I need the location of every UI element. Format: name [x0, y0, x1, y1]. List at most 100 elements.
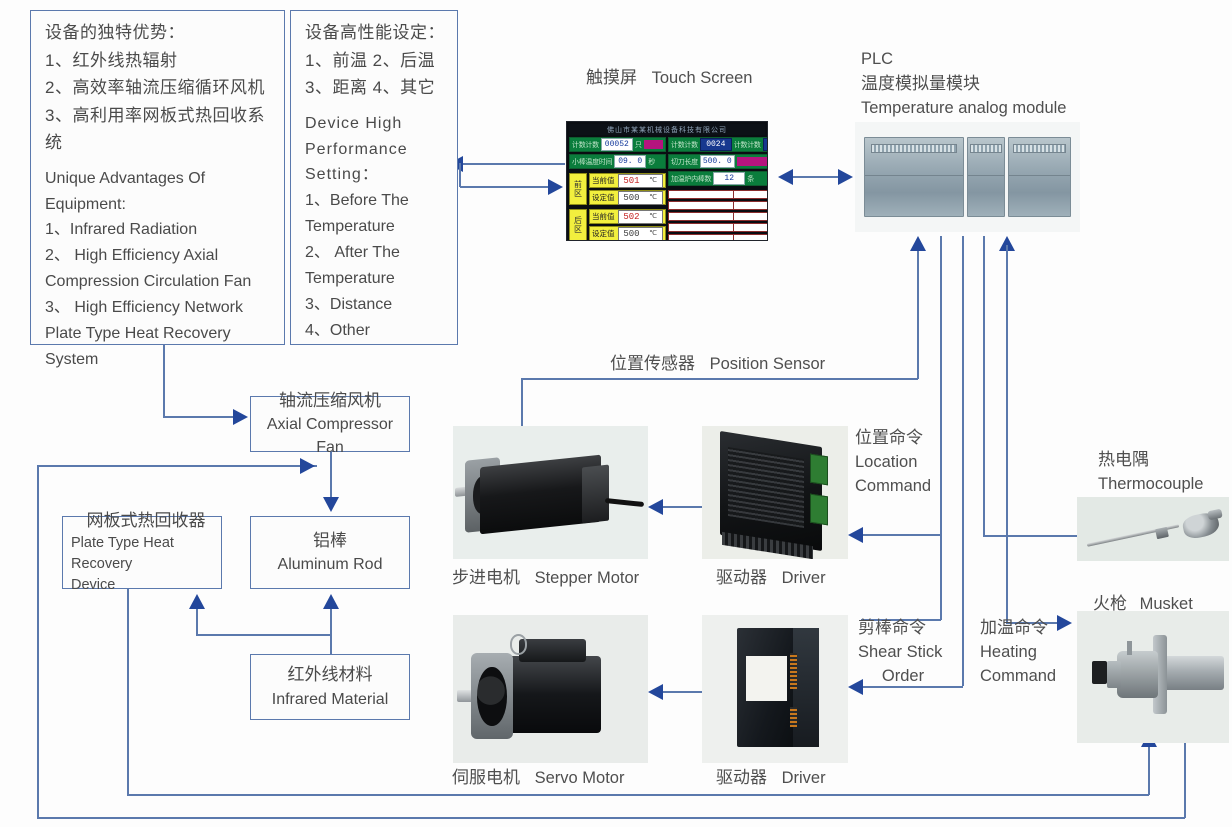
thermocouple-cn: 热电隅 — [1098, 450, 1149, 469]
plc-module-signal — [967, 137, 1006, 217]
stepper-driver-label-cn: 驱动器 — [716, 568, 767, 587]
advantages-en-title: Unique Advantages Of Equipment: — [45, 169, 206, 213]
aluminum-rod-en: Aluminum Rod — [277, 556, 383, 574]
stepper-driver-terminal-bottom — [810, 493, 829, 526]
performance-cn-item-1: 1、前温 2、后温 — [305, 50, 436, 70]
stepper-driver-label-en: Driver — [781, 569, 826, 587]
connector-location-vert — [940, 534, 942, 620]
advantages-en-item-1: 1、Infrared Radiation — [45, 221, 198, 239]
servo-driver-connector-top — [789, 653, 797, 689]
plc-label-cn: 温度模拟量模块 — [861, 73, 980, 93]
performance-cn-item-2: 3、距离 4、其它 — [305, 78, 436, 98]
advantages-box: 设备的独特优势： 1、红外线热辐射 2、高效率轴流压缩循环风机 3、高利用率网板… — [30, 10, 285, 368]
position-sensor-label: 位置传感器 Position Sensor — [610, 352, 825, 377]
connector-possensor-down — [521, 378, 523, 426]
heat-recovery-cn: 网板式热回收器 — [86, 510, 206, 530]
connector-plc-trunk-3 — [983, 236, 985, 336]
hmi-zone-back-current-unit: ℃ — [649, 213, 658, 221]
hmi-left-row1-unit: 只 — [634, 141, 642, 149]
performance-en-item-4: 4、Other — [305, 321, 370, 339]
hmi-right-row3-value[interactable]: 12 — [713, 172, 746, 185]
arrowhead-servodriver-to-motor — [648, 684, 663, 700]
hmi-right-row2-value[interactable]: 500. 0 — [699, 155, 735, 168]
hmi-zone-front-set[interactable]: 设定值 500 ℃ — [589, 190, 666, 205]
hmi-right-row2-tag: 切刀长度 — [671, 158, 698, 166]
hmi-title-bar: 佛山市某某机械设备科技有限公司 — [569, 124, 765, 135]
musket-neck — [1107, 661, 1122, 688]
connector-possensor-up — [917, 245, 919, 379]
location-command-cn: 位置命令 — [855, 428, 923, 447]
connector-plc-trunk-4 — [1006, 245, 1008, 622]
axial-fan-en: Axial Compressor Fan — [266, 416, 394, 457]
connector-possensor-right — [521, 378, 918, 380]
hmi-left-row1-value[interactable]: 00052 — [600, 138, 633, 151]
hmi-zone-back-set-value: 500 — [623, 228, 640, 239]
plc-module-cpu — [864, 137, 965, 217]
hmi-left-row2-value[interactable]: 09. 0 — [614, 155, 647, 168]
infrared-material-en: Infrared Material — [271, 690, 389, 708]
diagram-canvas: 设备的独特优势： 1、红外线热辐射 2、高效率轴流压缩循环风机 3、高利用率网板… — [0, 0, 1232, 827]
arrowhead-left-loop-to-rod — [300, 458, 315, 474]
advantages-cn-item-2: 2、高效率轴流压缩循环风机 — [45, 78, 265, 98]
connector-thermocouple-to-plc — [983, 535, 1079, 537]
thermocouple-photo — [1077, 497, 1229, 561]
musket-body — [1116, 650, 1158, 699]
advantages-cn-item-1: 1、红外线热辐射 — [45, 50, 178, 70]
stepper-driver-pcb — [728, 446, 805, 528]
hmi-zone-front: 前区 当前值 501 ℃ 设定值 500 ℃ — [569, 173, 666, 205]
hmi-zone-back-set-unit: ℃ — [649, 230, 658, 238]
hmi-zone-back-set-label: 设定值 — [592, 229, 615, 238]
connector-perf-vertical — [459, 163, 461, 187]
heating-command-label: 加温命令 Heating Command — [980, 616, 1066, 688]
musket-photo — [1077, 611, 1229, 743]
connector-plc-trunk-2 — [962, 236, 964, 686]
stepper-motor-rear-cap — [581, 464, 609, 524]
hmi-left-row-2: 小棒温度时间 09. 0 秒 — [569, 154, 666, 169]
stepper-driver-photo — [702, 426, 848, 559]
connector-location-left — [862, 534, 941, 536]
axial-fan-cn: 轴流压缩风机 — [279, 390, 381, 410]
hmi-table-row — [668, 212, 767, 221]
hmi-right-row1-value-b[interactable]: 0024 — [762, 138, 767, 151]
servo-driver-label-cn: 驱动器 — [716, 768, 767, 787]
touch-screen-device[interactable]: 佛山市某某机械设备科技有限公司 计数计数 00052 只 小棒温度时间 09. … — [566, 121, 768, 241]
stepper-motor-label-cn: 步进电机 — [452, 568, 520, 587]
servo-driver-label — [745, 656, 787, 701]
hmi-right-row-1: 计数计数 0024 计数计数 0024 — [668, 137, 767, 152]
hmi-table-row — [668, 223, 767, 232]
advantages-en-item-2: 2、 High Efficiency Axial Compression Cir… — [45, 247, 252, 291]
plc-label-en: Temperature analog module — [861, 98, 1067, 117]
stepper-motor-photo — [453, 426, 648, 559]
position-sensor-label-cn: 位置传感器 — [610, 354, 695, 373]
hmi-right-row1-tag: 计数计数 — [671, 141, 698, 149]
stepper-driver-terminal-top — [810, 453, 829, 486]
connector-advantages-right — [163, 416, 235, 418]
hmi-zone-back-set[interactable]: 设定值 500 ℃ — [589, 226, 666, 240]
hmi-zone-back-current-label: 当前值 — [592, 212, 615, 221]
hmi-zone-front-current-value: 501 — [623, 175, 640, 186]
servo-motor-body — [499, 656, 602, 734]
hmi-right-row1-tag-b: 计数计数 — [733, 141, 761, 149]
stepper-motor-cable — [604, 498, 645, 508]
aluminum-rod-box: 铝棒 Aluminum Rod — [250, 516, 410, 589]
arrowhead-fan-to-rod — [323, 497, 339, 512]
arrowhead-touchscreen-to-plc — [838, 169, 853, 185]
advantages-en-item-3: 3、 High Efficiency Network Plate Type He… — [45, 299, 244, 368]
hmi-zone-front-current: 当前值 501 ℃ — [589, 173, 666, 188]
plc-device-photo — [855, 122, 1080, 232]
heating-command-en-1: Heating — [980, 642, 1037, 661]
musket-knob — [1092, 661, 1108, 684]
connector-left-loop-vertical — [37, 465, 39, 818]
hmi-left-row-1: 计数计数 00052 只 — [569, 137, 666, 152]
hmi-zone-front-current-unit: ℃ — [649, 177, 658, 185]
connector-stepperdriver-to-motor — [660, 506, 702, 508]
aluminum-rod-cn: 铝棒 — [313, 530, 347, 550]
connector-heatrecovery-down — [127, 589, 129, 795]
heat-recovery-en-2: Device — [71, 577, 116, 594]
plc-label-line1: PLC — [861, 50, 894, 68]
plc-module-analog — [1008, 137, 1071, 217]
arrowhead-to-heatrecovery — [189, 594, 205, 609]
servo-driver-label: 驱动器 Driver — [716, 766, 826, 791]
hmi-right-row1-value-a[interactable]: 0024 — [699, 138, 732, 151]
advantages-cn-item-3: 3、高利用率网板式热回收系统 — [45, 105, 265, 153]
